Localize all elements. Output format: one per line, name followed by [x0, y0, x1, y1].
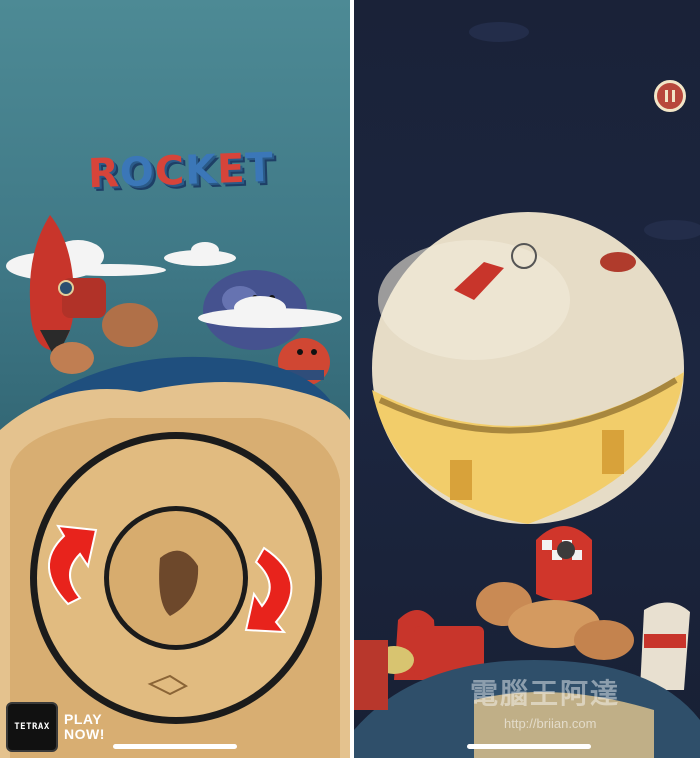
- title-letter: T: [244, 144, 275, 192]
- cloud-shape: [644, 220, 700, 240]
- game-title: ROCKET: [87, 145, 274, 197]
- menu-scene: [0, 215, 350, 758]
- cloud-middle: [164, 242, 236, 266]
- cloud-shape: [469, 22, 529, 42]
- wooden-sphere[interactable]: [372, 212, 684, 524]
- title-letter: C: [154, 147, 186, 195]
- cloud-left: [6, 240, 166, 280]
- ad-logo[interactable]: TETRAX: [6, 702, 58, 752]
- player-rocket: [536, 526, 592, 601]
- mushroom-character: [102, 303, 158, 347]
- title-letter: K: [184, 146, 218, 194]
- gameplay-screen: [354, 0, 700, 758]
- watermark-text: 電腦王阿達: [470, 678, 621, 709]
- title-letter: R: [87, 150, 121, 198]
- menu-screen: ROCKET TETRAX PLAY NOW!: [0, 0, 350, 758]
- pause-button[interactable]: [654, 80, 686, 112]
- edge-character: [354, 640, 388, 710]
- watermark-url: http://briian.com: [504, 716, 597, 731]
- pause-icon: [665, 90, 675, 102]
- rocket-character: [29, 215, 106, 360]
- home-indicator[interactable]: [467, 744, 591, 749]
- play-now-line2: NOW!: [64, 726, 105, 742]
- play-now-line1: PLAY: [64, 711, 103, 727]
- title-letter: E: [216, 145, 247, 193]
- ad-logo-label: TETRAX: [14, 722, 50, 732]
- play-now-link[interactable]: PLAY NOW!: [64, 712, 105, 742]
- mushroom-character: [50, 342, 94, 374]
- title-letter: O: [119, 148, 156, 197]
- gameplay-scene: [354, 22, 700, 758]
- home-indicator[interactable]: [113, 744, 237, 749]
